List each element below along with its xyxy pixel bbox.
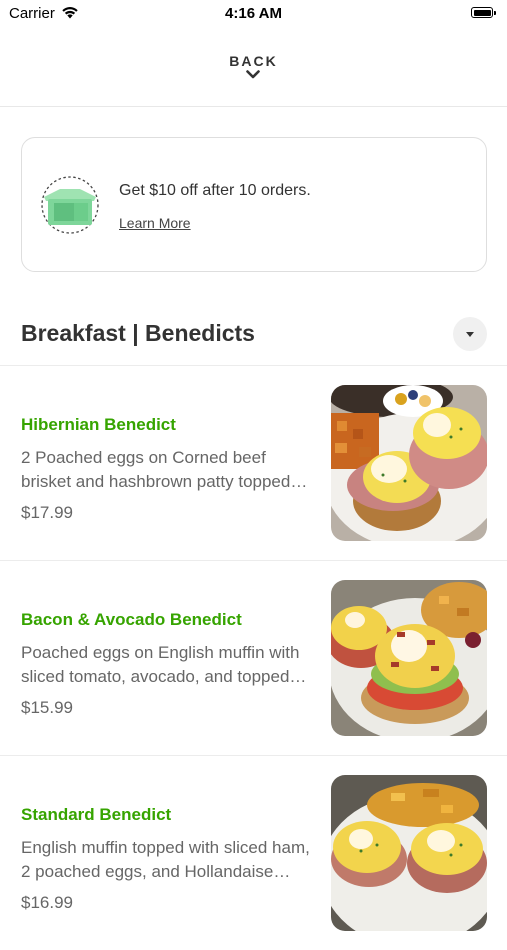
promo-text: Get $10 off after 10 orders. [119, 182, 311, 199]
item-photo [331, 775, 487, 931]
menu-item[interactable]: Hibernian Benedict 2 Poached eggs on Cor… [0, 365, 507, 560]
promo-card[interactable]: Get $10 off after 10 orders. Learn More [21, 137, 487, 272]
back-button[interactable]: BACK [229, 45, 277, 79]
item-name: Hibernian Benedict [21, 415, 176, 434]
menu-item[interactable]: Standard Benedict English muffin topped … [0, 755, 507, 950]
back-label: BACK [229, 53, 278, 69]
item-price: $17.99 [21, 503, 73, 522]
item-name: Standard Benedict [21, 805, 172, 824]
clock: 4:16 AM [225, 5, 282, 22]
header-divider [0, 106, 507, 107]
status-bar: Carrier 4:16 AM [0, 0, 507, 28]
item-photo [331, 385, 487, 541]
section-collapse-button[interactable] [453, 317, 487, 351]
item-name: Bacon & Avocado Benedict [21, 610, 242, 629]
learn-more-link[interactable]: Learn More [119, 215, 191, 231]
item-description: 2 Poached eggs on Corned beef brisket an… [21, 448, 291, 491]
item-photo [331, 580, 487, 736]
item-description: English muffin topped with sliced ham, 2… [21, 838, 310, 881]
header: BACK [0, 45, 507, 105]
item-price: $15.99 [21, 698, 73, 717]
caret-down-icon [466, 332, 474, 337]
item-description: Poached eggs on English muffin with slic… [21, 643, 300, 686]
chevron-down-icon [246, 70, 261, 79]
section-title: Breakfast | Benedicts [21, 320, 255, 346]
item-price: $16.99 [21, 893, 73, 912]
loyalty-box-icon [38, 175, 102, 235]
menu-item[interactable]: Bacon & Avocado Benedict Poached eggs on… [0, 560, 507, 755]
battery-icon [471, 7, 497, 19]
